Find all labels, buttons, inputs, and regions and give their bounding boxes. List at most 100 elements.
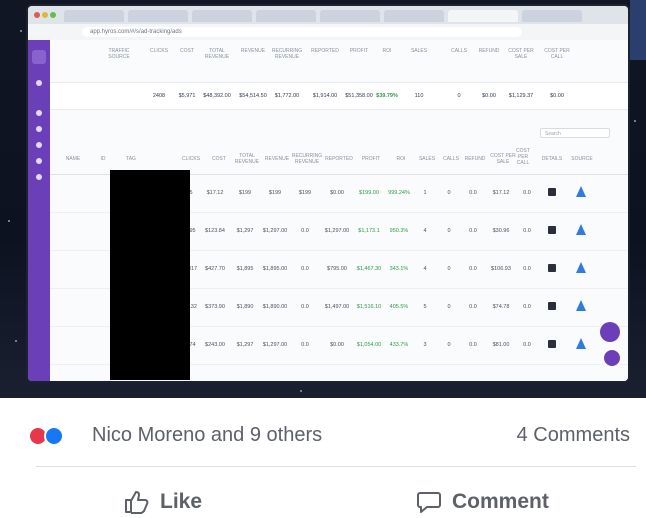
table-cell: 0.0	[469, 342, 477, 348]
table-cell: $243.00	[205, 342, 225, 348]
sidebar-nav-icon[interactable]	[36, 126, 42, 132]
column-header[interactable]: NAME	[56, 156, 90, 162]
browser-tab[interactable]	[128, 10, 188, 22]
google-ads-icon	[576, 300, 586, 311]
summary-value: $0.00	[482, 93, 496, 99]
star	[634, 120, 636, 122]
comment-button[interactable]: Comment	[416, 490, 549, 514]
table-cell: $199	[268, 190, 282, 196]
table-cell: $1,297	[236, 228, 254, 234]
summary-header: REVENUE	[240, 48, 266, 54]
google-ads-icon	[576, 224, 586, 235]
column-header[interactable]: REPORTED	[322, 156, 356, 162]
table-cell: 0.0	[469, 190, 477, 196]
table-cell: $1,297	[236, 342, 254, 348]
sidebar-nav-icon[interactable]	[36, 142, 42, 148]
summary-value: $54,514.50	[239, 93, 267, 99]
chat-widget-icon[interactable]	[602, 348, 622, 368]
table-cell: 0.0	[523, 304, 531, 310]
column-header[interactable]: REVENUE	[260, 156, 294, 162]
table-cell: 0.0	[469, 266, 477, 272]
like-button[interactable]: Like	[124, 490, 202, 514]
table-cell: 0.0	[301, 304, 309, 310]
browser-tab[interactable]	[384, 10, 444, 22]
summary-header: SALES	[410, 48, 428, 54]
browser-tab-bar	[28, 6, 628, 24]
summary-header: TRAFFIC SOURCE	[108, 48, 130, 60]
divider	[36, 466, 636, 467]
google-ads-icon	[576, 338, 586, 349]
table-cell: $1,054.00	[356, 342, 382, 348]
speech-bubble-icon	[417, 492, 441, 513]
summary-value: $1,772.00	[274, 93, 300, 99]
details-icon[interactable]	[548, 302, 556, 310]
google-ads-icon	[576, 262, 586, 273]
browser-tab[interactable]	[256, 10, 316, 22]
sidebar-nav-icon[interactable]	[36, 80, 42, 86]
details-icon[interactable]	[548, 340, 556, 348]
details-icon[interactable]	[548, 226, 556, 234]
help-widget-icon[interactable]	[600, 322, 620, 342]
monitor-screen: app.hyros.com/#/s/ad-tracking/ads TRAFFI…	[28, 6, 628, 381]
google-ads-icon	[576, 186, 586, 197]
table-cell: $1,297.00	[262, 228, 288, 234]
details-icon[interactable]	[548, 188, 556, 196]
browser-tab-active[interactable]	[448, 10, 518, 22]
table-cell: 0.0	[301, 228, 309, 234]
table-cell: $0.00	[330, 190, 344, 196]
summary-header: COST PER SALE	[508, 48, 534, 60]
column-header[interactable]: SOURCE	[568, 156, 596, 162]
reactions-text[interactable]: Nico Moreno and 9 others	[92, 424, 322, 447]
post-photo[interactable]: app.hyros.com/#/s/ad-tracking/ads TRAFFI…	[0, 0, 646, 398]
summary-value: 110	[414, 93, 424, 99]
summary-header: TOTAL REVENUE	[204, 48, 230, 60]
maximize-window-icon	[50, 12, 56, 18]
table-cell: $1,497.00	[324, 304, 350, 310]
sidebar-nav-icon[interactable]	[36, 174, 42, 180]
summary-header: REPORTED	[311, 48, 339, 54]
sidebar-nav-icon[interactable]	[36, 158, 42, 164]
table-cell: 0.0	[523, 266, 531, 272]
background-window-edge	[630, 0, 646, 60]
like-label: Like	[160, 490, 203, 513]
column-header[interactable]: COST PER CALL	[512, 148, 534, 166]
sidebar-nav-icon[interactable]	[36, 110, 42, 116]
table-cell: $1,516.10	[356, 304, 382, 310]
app-sidebar	[28, 40, 50, 381]
table-cell: $795.00	[327, 266, 347, 272]
column-header[interactable]: TOTAL REVENUE	[230, 153, 264, 165]
details-icon[interactable]	[548, 264, 556, 272]
table-cell: 0.0	[523, 228, 531, 234]
summary-header: ROI	[382, 48, 392, 54]
browser-tab[interactable]	[64, 10, 124, 22]
column-header[interactable]: PROFIT	[354, 156, 388, 162]
summary-header-row: TRAFFIC SOURCE CLICKS COST TOTAL REVENUE…	[50, 48, 628, 78]
report-content: TRAFFIC SOURCE CLICKS COST TOTAL REVENUE…	[50, 40, 628, 381]
url-field[interactable]: app.hyros.com/#/s/ad-tracking/ads	[82, 27, 522, 37]
star	[300, 390, 302, 392]
facebook-post-footer: Nico Moreno and 9 others 4 Comments Like…	[0, 398, 646, 518]
address-bar: app.hyros.com/#/s/ad-tracking/ads	[28, 24, 628, 41]
browser-tab[interactable]	[522, 10, 582, 22]
browser-tab[interactable]	[320, 10, 380, 22]
column-header[interactable]: TAG	[114, 156, 148, 162]
table-cell: 0.0	[301, 342, 309, 348]
table-cell: $1,173.1	[358, 228, 380, 234]
table-cell: $17.12	[206, 190, 224, 196]
app-logo-icon[interactable]	[32, 50, 46, 64]
summary-value: $1,129.37	[508, 93, 534, 99]
browser-tab[interactable]	[192, 10, 252, 22]
table-search-input[interactable]: Search	[540, 128, 610, 138]
comments-count[interactable]: 4 Comments	[517, 424, 630, 447]
column-header[interactable]: RECURRING REVENUE	[290, 153, 324, 165]
table-cell: $1,467.30	[356, 266, 382, 272]
star	[15, 340, 17, 342]
summary-value: $0.00	[550, 93, 564, 99]
table-cell: $373.90	[205, 304, 225, 310]
table-cell: $199.00	[359, 190, 379, 196]
summary-row: 2408 $5,971 $48,392.00 $54,514.50 $1,772…	[50, 82, 628, 110]
column-header[interactable]: DETAILS	[538, 156, 566, 162]
table-cell: $1,890	[236, 304, 254, 310]
table-cell: $199	[298, 190, 312, 196]
close-window-icon	[34, 12, 40, 18]
